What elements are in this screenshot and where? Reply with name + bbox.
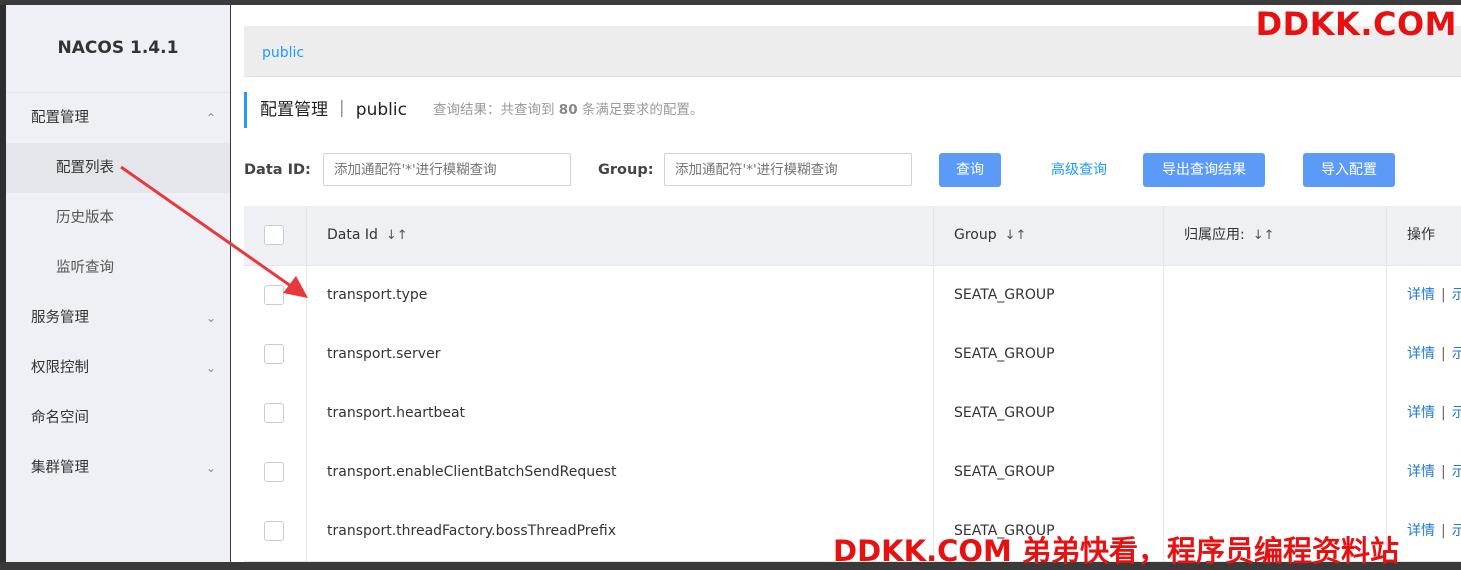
detail-link[interactable]: 详情 xyxy=(1407,464,1435,480)
main-content: public 配置管理 ｜ public 查询结果：共查询到 80 条满足要求的… xyxy=(231,5,1461,562)
page-title: 配置管理 ｜ public xyxy=(260,100,407,120)
sidebar-item-config-list[interactable]: 配置列表 xyxy=(6,143,230,193)
namespace-tab-public[interactable]: public xyxy=(262,26,304,81)
detail-link[interactable]: 详情 xyxy=(1407,287,1435,303)
sidebar: NACOS 1.4.1 配置管理 ⌃ 配置列表 历史版本 监听查询 服务管理 ⌄… xyxy=(6,5,230,562)
dataid-label: Data ID: xyxy=(244,162,311,178)
advanced-query-link[interactable]: 高级查询 xyxy=(1051,153,1107,187)
chevron-down-icon: ⌄ xyxy=(205,361,217,375)
table-row: transport.heartbeat SEATA_GROUP 详情|示 xyxy=(244,384,1461,444)
sidebar-item-listener-query[interactable]: 监听查询 xyxy=(6,243,230,293)
chevron-down-icon: ⌄ xyxy=(205,461,217,475)
cell-dataid: transport.type xyxy=(306,266,932,325)
query-button[interactable]: 查询 xyxy=(939,153,1001,187)
page-title-bar: 配置管理 ｜ public 查询结果：共查询到 80 条满足要求的配置。 xyxy=(244,92,703,128)
sample-code-link[interactable]: 示 xyxy=(1452,346,1461,362)
sidebar-item-label: 监听查询 xyxy=(56,260,114,276)
cell-app xyxy=(1163,325,1386,384)
watermark-bottom: DDKK.COM 弟弟快看，程序员编程资料站 xyxy=(833,534,1399,568)
dataid-search-input[interactable] xyxy=(323,153,571,186)
query-result-summary: 查询结果：共查询到 80 条满足要求的配置。 xyxy=(433,102,704,118)
cell-ops: 详情|示 xyxy=(1386,266,1461,325)
sidebar-item-label: 历史版本 xyxy=(56,210,114,226)
import-config-button[interactable]: 导入配置 xyxy=(1303,153,1395,187)
row-checkbox[interactable] xyxy=(264,462,284,482)
sort-icon[interactable]: ↓↑ xyxy=(1253,228,1275,243)
table-row: transport.server SEATA_GROUP 详情|示 xyxy=(244,325,1461,385)
brand-logo: NACOS 1.4.1 xyxy=(6,5,230,93)
sidebar-item-label: 配置列表 xyxy=(56,160,114,176)
select-all-checkbox[interactable] xyxy=(264,225,284,245)
table-row: transport.enableClientBatchSendRequest S… xyxy=(244,443,1461,503)
sidebar-item-label: 集群管理 xyxy=(31,460,89,476)
cell-group: SEATA_GROUP xyxy=(933,325,1162,384)
column-header-ops: 操作 xyxy=(1386,206,1461,265)
export-results-button[interactable]: 导出查询结果 xyxy=(1143,153,1265,187)
sidebar-item-config-management[interactable]: 配置管理 ⌃ xyxy=(6,93,230,143)
table-row: transport.type SEATA_GROUP 详情|示 xyxy=(244,266,1461,326)
group-label: Group: xyxy=(598,162,654,178)
cell-dataid: transport.heartbeat xyxy=(306,384,932,443)
sidebar-item-cluster-management[interactable]: 集群管理 ⌄ xyxy=(6,443,230,493)
row-checkbox[interactable] xyxy=(264,344,284,364)
detail-link[interactable]: 详情 xyxy=(1407,405,1435,421)
cell-app xyxy=(1163,266,1386,325)
sidebar-item-access-control[interactable]: 权限控制 ⌄ xyxy=(6,343,230,393)
row-checkbox[interactable] xyxy=(264,521,284,541)
cell-ops: 详情|示 xyxy=(1386,325,1461,384)
table-header-row: Data Id ↓↑ Group ↓↑ 归属应用: ↓↑ 操作 xyxy=(244,206,1461,266)
cell-dataid: transport.enableClientBatchSendRequest xyxy=(306,443,932,502)
sidebar-item-label: 配置管理 xyxy=(31,110,89,126)
detail-link[interactable]: 详情 xyxy=(1407,523,1435,539)
chevron-up-icon: ⌃ xyxy=(205,111,217,125)
sample-code-link[interactable]: 示 xyxy=(1452,464,1461,480)
cell-app xyxy=(1163,443,1386,502)
sidebar-item-label: 命名空间 xyxy=(31,410,89,426)
sidebar-item-label: 服务管理 xyxy=(31,310,89,326)
sidebar-item-label: 权限控制 xyxy=(31,360,89,376)
sort-icon[interactable]: ↓↑ xyxy=(386,228,408,243)
sample-code-link[interactable]: 示 xyxy=(1452,523,1461,539)
column-header-app[interactable]: 归属应用: ↓↑ xyxy=(1163,206,1385,265)
sample-code-link[interactable]: 示 xyxy=(1452,405,1461,421)
result-count: 80 xyxy=(558,102,578,118)
row-checkbox[interactable] xyxy=(264,285,284,305)
cell-group: SEATA_GROUP xyxy=(933,384,1162,443)
cell-ops: 详情|示 xyxy=(1386,384,1461,443)
cell-dataid: transport.server xyxy=(306,325,932,384)
sidebar-item-service-management[interactable]: 服务管理 ⌄ xyxy=(6,293,230,343)
watermark-top: DDKK.COM xyxy=(1255,5,1457,43)
row-checkbox[interactable] xyxy=(264,403,284,423)
column-header-dataid[interactable]: Data Id ↓↑ xyxy=(306,206,932,265)
cell-app xyxy=(1163,384,1386,443)
column-header-group[interactable]: Group ↓↑ xyxy=(933,206,1162,265)
group-search-input[interactable] xyxy=(664,153,912,186)
cell-ops: 详情|示 xyxy=(1386,443,1461,502)
sort-icon[interactable]: ↓↑ xyxy=(1005,228,1027,243)
sidebar-item-history[interactable]: 历史版本 xyxy=(6,193,230,243)
cell-group: SEATA_GROUP xyxy=(933,266,1162,325)
sample-code-link[interactable]: 示 xyxy=(1452,287,1461,303)
detail-link[interactable]: 详情 xyxy=(1407,346,1435,362)
cell-group: SEATA_GROUP xyxy=(933,443,1162,502)
chevron-down-icon: ⌄ xyxy=(205,311,217,325)
sidebar-item-namespace[interactable]: 命名空间 xyxy=(6,393,230,443)
